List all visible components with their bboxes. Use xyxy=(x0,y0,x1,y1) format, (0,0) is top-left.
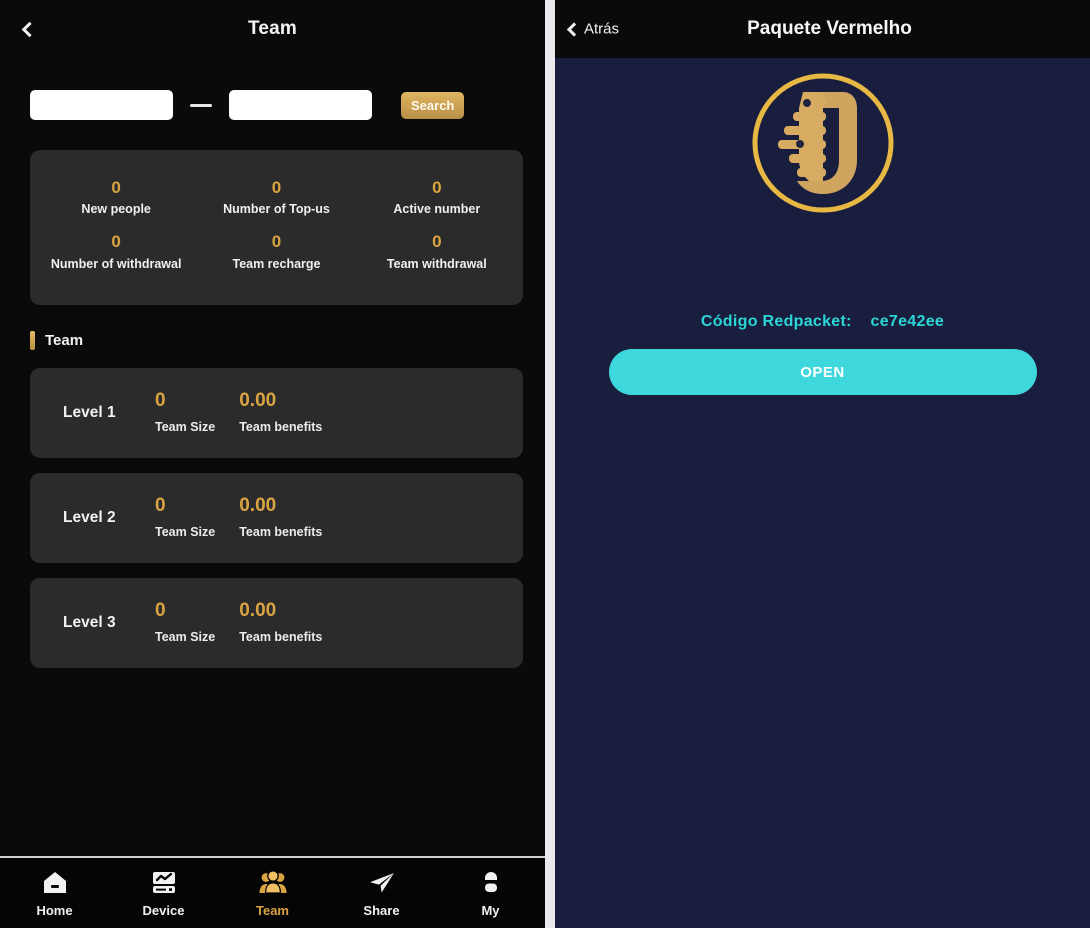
stat-value: 0 xyxy=(432,232,442,252)
stat-label: Number of Top-us xyxy=(223,202,330,217)
stat-value: 0 xyxy=(111,178,121,197)
metric-label: Team Size xyxy=(155,419,216,434)
page-title: Team xyxy=(247,18,298,39)
back-button[interactable]: Atrás xyxy=(566,20,620,38)
level-name: Level 1 xyxy=(63,403,116,421)
nav-label: Device xyxy=(142,902,185,918)
level-list: Level 1 0 Team Size 0.00 Team benefits L… xyxy=(30,367,523,668)
stat-value: 0 xyxy=(271,232,282,252)
metric-value: 0 xyxy=(155,600,166,622)
redpacket-code-label: Código Redpacket: xyxy=(700,313,852,330)
metric-label: Team Size xyxy=(155,629,216,644)
device-icon xyxy=(152,871,175,893)
stat-value: 0 xyxy=(432,178,442,197)
team-stats-card: 0 New people 0 Number of Top-us 0 Active… xyxy=(30,150,523,305)
stat-value: 0 xyxy=(111,232,121,252)
nav-item-device[interactable]: Device xyxy=(109,869,218,918)
open-button[interactable]: OPEN xyxy=(608,349,1037,395)
u-coin-logo-icon xyxy=(752,73,893,213)
stat-label: Team recharge xyxy=(232,256,321,271)
stat-value: 0 xyxy=(271,178,282,197)
stat-new-people: 0 New people xyxy=(36,170,196,224)
nav-item-home[interactable]: Home xyxy=(0,869,109,918)
level-row-2[interactable]: Level 2 0 Team Size 0.00 Team benefits xyxy=(30,472,523,563)
redpacket-panel: Atrás Paquete Vermelho Código Redpacket:… xyxy=(555,0,1090,928)
redpacket-code-value: ce7e42ee xyxy=(870,313,945,330)
stat-label: Number of withdrawal xyxy=(50,256,182,271)
level-name: Level 2 xyxy=(63,508,116,526)
stat-active-number: 0 Active number xyxy=(357,170,517,224)
metric-value: 0 xyxy=(155,390,166,412)
bottom-navigation: Home Device Team Share My xyxy=(0,856,545,928)
metric-value: 0.00 xyxy=(239,390,277,412)
nav-label: Home xyxy=(36,902,73,918)
nav-label: My xyxy=(481,902,500,918)
app-screen: Team Search 0 New people 0 Number of Top… xyxy=(0,0,1090,928)
level-team-benefits: 0.00 Team benefits xyxy=(239,390,323,434)
panel-divider xyxy=(545,0,555,928)
metric-label: Team Size xyxy=(155,524,216,539)
back-label: Atrás xyxy=(584,20,620,38)
level-team-size: 0 Team Size xyxy=(155,390,216,434)
level-team-benefits: 0.00 Team benefits xyxy=(239,600,323,644)
stat-label: New people xyxy=(81,202,151,217)
range-separator-icon xyxy=(190,103,212,107)
level-row-1[interactable]: Level 1 0 Team Size 0.00 Team benefits xyxy=(30,367,523,458)
user-icon xyxy=(484,871,497,892)
nav-label: Share xyxy=(363,902,400,918)
logo-container xyxy=(555,68,1090,218)
team-header: Team xyxy=(0,0,545,58)
section-title: Team xyxy=(45,331,84,349)
team-section-heading: Team xyxy=(30,330,545,350)
metric-label: Team benefits xyxy=(239,524,323,539)
metric-value: 0 xyxy=(155,495,166,517)
search-row: Search xyxy=(0,90,545,120)
stat-label: Team withdrawal xyxy=(386,256,487,271)
search-input-to[interactable] xyxy=(229,90,372,120)
home-icon xyxy=(43,871,66,893)
stat-team-recharge: 0 Team recharge xyxy=(196,224,356,278)
redpacket-header: Atrás Paquete Vermelho xyxy=(555,0,1090,58)
nav-item-team[interactable]: Team xyxy=(218,869,327,918)
share-icon xyxy=(369,872,394,892)
metric-value: 0.00 xyxy=(239,600,277,622)
team-panel: Team Search 0 New people 0 Number of Top… xyxy=(0,0,545,928)
level-team-benefits: 0.00 Team benefits xyxy=(239,495,323,539)
metric-label: Team benefits xyxy=(239,419,323,434)
accent-bar-icon xyxy=(30,330,35,350)
search-input-from[interactable] xyxy=(30,90,173,120)
nav-item-share[interactable]: Share xyxy=(327,869,436,918)
search-button[interactable]: Search xyxy=(401,91,465,119)
page-title: Paquete Vermelho xyxy=(747,18,912,39)
nav-label: Team xyxy=(256,902,289,918)
chevron-left-icon xyxy=(566,21,582,37)
level-row-3[interactable]: Level 3 0 Team Size 0.00 Team benefits xyxy=(30,577,523,668)
nav-item-my[interactable]: My xyxy=(436,869,545,918)
chevron-left-icon[interactable] xyxy=(16,16,42,42)
metric-label: Team benefits xyxy=(239,629,323,644)
team-icon xyxy=(259,869,286,894)
level-team-size: 0 Team Size xyxy=(155,495,216,539)
chevron-left-glyph xyxy=(21,21,37,37)
metric-value: 0.00 xyxy=(239,495,277,517)
stat-number-of-topups: 0 Number of Top-us xyxy=(196,170,356,224)
level-team-size: 0 Team Size xyxy=(155,600,216,644)
stats-grid: 0 New people 0 Number of Top-us 0 Active… xyxy=(36,170,517,279)
stat-label: Active number xyxy=(393,202,481,217)
stat-team-withdrawal: 0 Team withdrawal xyxy=(357,224,517,278)
redpacket-code-line: Código Redpacket: ce7e42ee xyxy=(555,313,1090,331)
stat-number-of-withdrawal: 0 Number of withdrawal xyxy=(36,224,196,278)
level-name: Level 3 xyxy=(63,613,116,631)
